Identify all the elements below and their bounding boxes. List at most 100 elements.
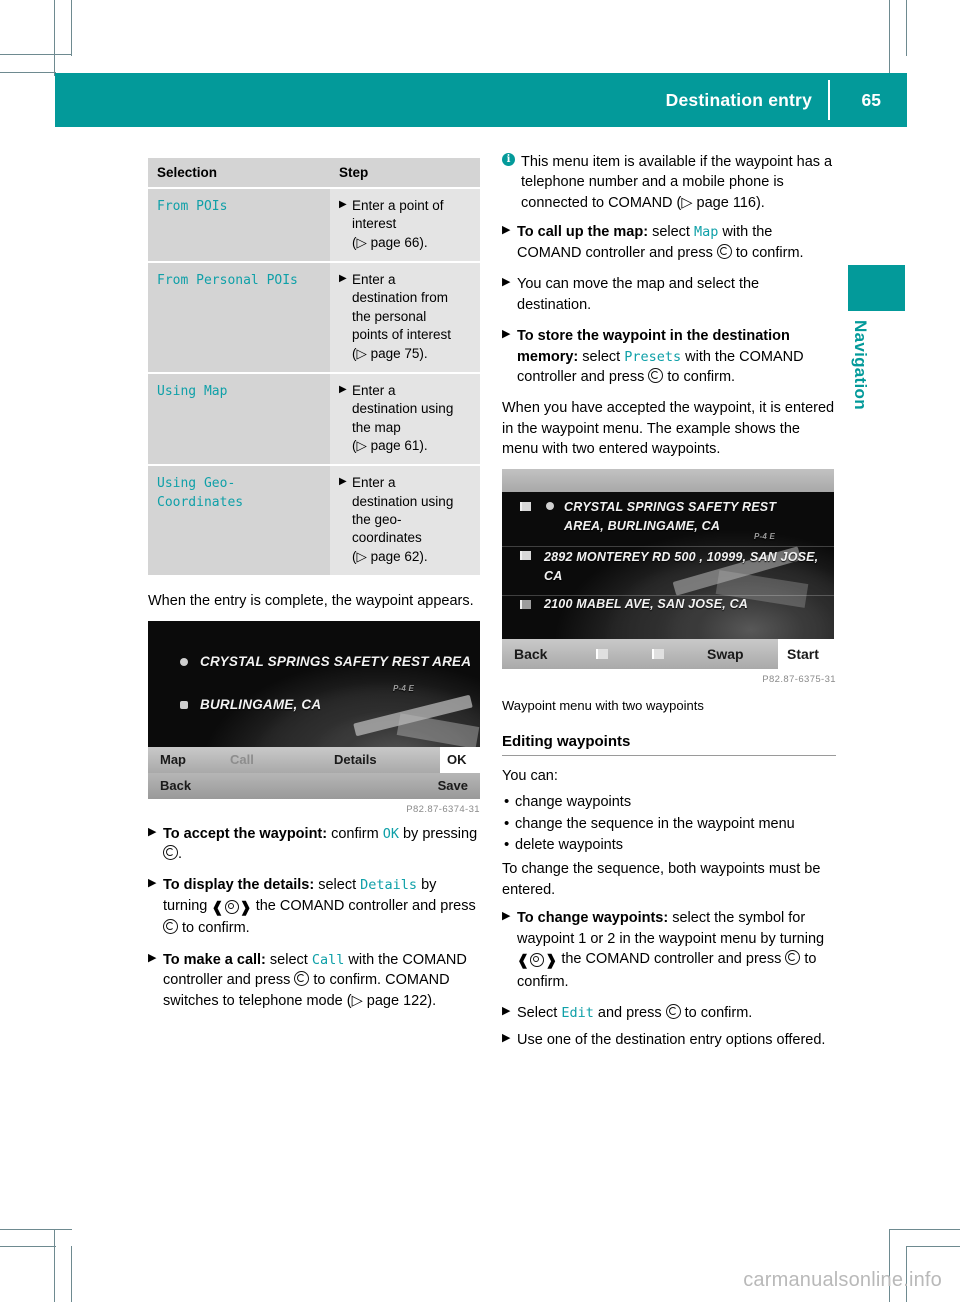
- turn-knob-icon: ❰ ❱: [517, 953, 558, 970]
- menu-item-details[interactable]: Details: [360, 877, 417, 893]
- softkey-swap-label: Swap: [707, 645, 744, 662]
- comand-screenshot-waypoint-menu: CRYSTAL SPRINGS SAFETY REST AREA, BURLIN…: [502, 468, 834, 669]
- softkey-save[interactable]: Save: [438, 773, 468, 799]
- step-line-1: Enter a: [352, 475, 396, 491]
- triangle-bullet-icon: ▶: [502, 328, 511, 341]
- screenshot-entry-2: 2892 MONTEREY RD 500 , 10999, SAN JOSE, …: [544, 549, 819, 584]
- step-text-b: and press: [593, 1005, 666, 1022]
- right-paragraph-1: When you have accepted the waypoint, it …: [502, 400, 835, 458]
- capabilities-list: change waypoints change the sequence in …: [502, 791, 836, 856]
- menu-item-map[interactable]: Map: [694, 224, 718, 240]
- page-header-bar: Destination entry 65: [55, 73, 907, 127]
- softkey-back[interactable]: Back: [148, 773, 250, 799]
- press-knob-icon: [163, 844, 178, 860]
- step-text-a: select: [648, 224, 694, 241]
- table-header-step: Step: [330, 158, 480, 189]
- step-text-c: to confirm.: [680, 1005, 753, 1022]
- figure-caption: Waypoint menu with two waypoints: [502, 697, 704, 713]
- step-display-details: ▶ To display the details: select Details…: [148, 875, 480, 938]
- city-marker-icon: [180, 700, 188, 709]
- triangle-bullet-icon: ▶: [502, 910, 511, 923]
- softkey-row-secondary: Back Save: [148, 772, 480, 799]
- softkey-ok[interactable]: OK: [440, 746, 480, 773]
- press-knob-icon: [163, 919, 178, 935]
- step-use-entry-options: ▶ Use one of the destination entry optio…: [502, 1030, 836, 1050]
- step-line-5: (▷ page 75).: [352, 345, 428, 361]
- crop-mark-top-left-v: [54, 0, 55, 76]
- left-steps-list: ▶ To accept the waypoint: confirm OK by …: [148, 824, 480, 1012]
- softkey-back[interactable]: Back: [502, 639, 602, 669]
- step-line-3: (▷ page 66).: [352, 234, 428, 250]
- step-text-a: Select: [517, 1005, 562, 1022]
- step-text-plain: You can move the map and select the dest…: [517, 276, 760, 313]
- step-text-plain: Use one of the destination entry options…: [517, 1031, 826, 1048]
- press-knob-icon: [785, 950, 801, 966]
- crop-mark-bottom-right-h: [889, 1229, 960, 1230]
- softkey-map[interactable]: Map: [148, 747, 242, 773]
- selection-value: Using Geo-Coordinates: [157, 476, 244, 510]
- softkey-swap[interactable]: Swap: [707, 639, 787, 669]
- step-line-3: the personal: [352, 308, 427, 324]
- table-header-selection: Selection: [148, 158, 330, 189]
- comand-screenshot-waypoint: CRYSTAL SPRINGS SAFETY REST AREA BURLING…: [148, 620, 480, 799]
- list-item: delete waypoints: [502, 834, 836, 856]
- step-line-4: points of interest: [352, 327, 452, 343]
- softkey-save-label: Save: [437, 778, 468, 794]
- softkey-call[interactable]: Call: [230, 747, 316, 773]
- triangle-bullet-icon: ▶: [148, 877, 157, 890]
- softkey-waypoint1-icon-button[interactable]: [590, 639, 646, 669]
- menu-item-presets[interactable]: Presets: [624, 349, 681, 365]
- table-cell-step: ▶ Enter a destination using the geo- coo…: [330, 465, 480, 578]
- table-cell-selection: Using Map: [148, 372, 330, 467]
- menu-item-edit[interactable]: Edit: [561, 1005, 594, 1021]
- info-note-text: This menu item is available if the waypo…: [521, 154, 833, 211]
- triangle-bullet-icon: ▶: [502, 1005, 511, 1018]
- press-knob-icon: [716, 243, 732, 259]
- crop-mark-top-left-h: [0, 54, 72, 55]
- step-move-map: ▶ You can move the map and select the de…: [502, 274, 836, 315]
- step-line-1: Enter a: [352, 272, 396, 288]
- step-line-1: Enter a point of: [352, 198, 444, 213]
- softkey-ok-label: OK: [447, 752, 467, 768]
- softkey-map-label: Map: [160, 752, 186, 768]
- step-entry: ▶ Enter a destination using the geo- coo…: [339, 474, 471, 566]
- table-row: From POIs ▶ Enter a point of interest (▷…: [148, 188, 480, 264]
- selection-value: From Personal POIs: [157, 273, 298, 289]
- selection-value: Using Map: [157, 383, 228, 399]
- step-text-b: the COMAND controller and press: [557, 951, 786, 968]
- step-line-1: Enter a: [352, 382, 396, 398]
- info-icon: i: [502, 153, 515, 166]
- softkey-waypoint2-icon-button[interactable]: [646, 639, 702, 669]
- table-cell-step: ▶ Enter a destination from the personal …: [330, 262, 480, 374]
- softkey-start[interactable]: Start: [778, 638, 834, 669]
- right-paragraph-2: To change the sequence, both waypoints m…: [502, 861, 821, 898]
- waypoint-flag-icon-3: [520, 599, 531, 609]
- entry-divider-1: [502, 545, 834, 547]
- softkey-details-label: Details: [334, 752, 377, 768]
- right-steps-bottom-list: ▶ To change waypoints: select the symbol…: [502, 908, 836, 1050]
- step-entry: ▶ Enter a destination from the personal …: [339, 271, 471, 363]
- list-item: change the sequence in the waypoint menu: [502, 813, 836, 835]
- figure-code-right: P82.87-6375-31: [762, 673, 836, 685]
- step-text-c: .: [178, 845, 183, 862]
- step-label: To accept the waypoint:: [163, 825, 328, 842]
- menu-item-ok[interactable]: OK: [383, 826, 399, 842]
- waypoint-flag-icon-1: [520, 501, 531, 511]
- entry-divider-2: [502, 594, 834, 596]
- softkey-call-label: Call: [230, 752, 254, 768]
- step-line-2: destination using: [352, 493, 454, 509]
- triangle-bullet-icon: ▶: [339, 199, 347, 210]
- screenshot-top-bar: [502, 468, 834, 492]
- step-line-3: the geo-: [352, 512, 402, 528]
- crop-mark-bottom-left-v2: [71, 1246, 72, 1302]
- step-store-waypoint: ▶ To store the waypoint in the destinati…: [502, 326, 836, 387]
- section-tab-label: Navigation: [851, 320, 870, 410]
- softkey-details[interactable]: Details: [334, 747, 430, 773]
- left-column: Selection Step From POIs ▶ Enter a point…: [148, 158, 480, 1022]
- screenshot-entry-3: 2100 MABEL AVE, SAN JOSE, CA: [544, 596, 749, 611]
- screenshot-map-label: P-4 E: [393, 683, 415, 693]
- step-text-c: to confirm.: [731, 244, 804, 261]
- step-text-a: confirm: [327, 825, 383, 842]
- softkey-row: Back Swap Start: [502, 638, 834, 669]
- menu-item-call[interactable]: Call: [312, 952, 345, 968]
